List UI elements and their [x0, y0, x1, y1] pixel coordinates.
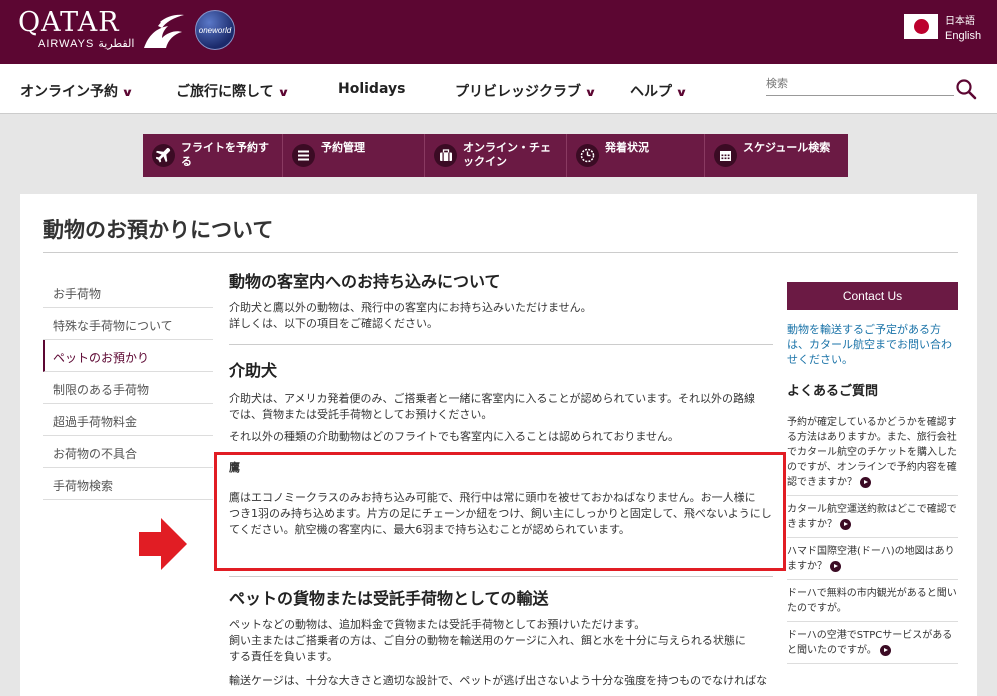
- nav-label: オンライン予約: [20, 84, 118, 100]
- logo-subtitle: AIRWAYS القطرية: [38, 38, 135, 50]
- tool-manage-booking[interactable]: 予約管理: [283, 134, 425, 177]
- paragraph: 介助犬と鷹以外の動物は、飛行中の客室内にお持ち込みいただけません。: [229, 301, 592, 314]
- section-heading-cargo: ペットの貨物または受託手荷物としての輸送: [229, 589, 549, 608]
- faq-text: カタール航空運送約款はどこで確認できますか？: [787, 504, 957, 530]
- main-article: 動物の客室内へのお持ち込みについて 介助犬と鷹以外の動物は、飛行中の客室内にお持…: [214, 268, 786, 689]
- faq-text: 予約が確定しているかどうかを確認する方法はありますか。また、旅行会社でカタール航…: [787, 417, 957, 488]
- airplane-icon: [152, 144, 175, 167]
- faq-text: ドーハの空港でSTPCサービスがあると聞いたのですが。: [787, 630, 953, 656]
- tool-label: フライトを予約する: [181, 141, 269, 168]
- chevron-down-icon: ∨: [584, 86, 597, 99]
- nav-help[interactable]: ヘルプ ∨: [630, 81, 688, 101]
- qatar-airways-logo[interactable]: QATAR AIRWAYS القطرية: [18, 7, 184, 50]
- language-english[interactable]: English: [945, 29, 981, 43]
- nav-travel-info[interactable]: ご旅行に際して ∨: [176, 81, 290, 101]
- faq-item[interactable]: ドーハの空港でSTPCサービスがあると聞いたのですが。: [787, 622, 958, 664]
- right-sidebar: Contact Us 動物を輸送するご予定がある方は、カタール航空までお問い合わ…: [787, 282, 958, 664]
- section-divider: [229, 344, 773, 345]
- nav-privilege-club[interactable]: プリビレッジクラブ ∨: [455, 81, 597, 101]
- arrow-right-icon[interactable]: [879, 644, 891, 656]
- paragraph: 介助犬は、アメリカ発着便のみ、ご搭乗者と一緒に客室内に入ることが認められています…: [229, 392, 756, 405]
- page-title: 動物のお預かりについて: [43, 218, 274, 242]
- contact-note-link[interactable]: 動物を輸送するご予定がある方は、カタール航空までお問い合わせください。: [787, 322, 958, 367]
- chevron-down-icon: ∨: [276, 86, 290, 99]
- side-item-pets[interactable]: ペットのお預かり: [43, 340, 213, 372]
- side-item-restricted[interactable]: 制限のある手荷物: [43, 372, 213, 404]
- side-item-excess-fees[interactable]: 超過手荷物料金: [43, 404, 213, 436]
- tool-label: 予約管理: [321, 141, 365, 154]
- side-item-damaged[interactable]: お荷物の不具合: [43, 436, 213, 468]
- arrow-right-icon[interactable]: [840, 518, 851, 530]
- faq-text: ハマド国際空港(ドーハ)の地図はありますか？: [787, 546, 955, 572]
- faq-item[interactable]: ハマド国際空港(ドーハ)の地図はありますか？: [787, 538, 958, 580]
- paragraph: 詳しくは、以下の項目をご確認ください。: [229, 317, 438, 330]
- oryx-icon: [144, 14, 184, 48]
- japan-flag-icon[interactable]: [904, 14, 938, 39]
- red-arrow-icon: [139, 518, 187, 570]
- faq-text: ドーハで無料の市内観光があると聞いたのですが。: [787, 588, 957, 614]
- quick-tools-bar: フライトを予約する 予約管理 オンライン・チェックイン 発着状況 スケジュール検…: [143, 134, 848, 177]
- logo-wordmark: QATAR: [18, 7, 120, 38]
- nav-online-booking[interactable]: オンライン予約 ∨: [20, 81, 134, 101]
- tool-label: スケジュール検索: [743, 141, 831, 154]
- list-icon: [292, 144, 315, 167]
- suitcase-icon: [434, 144, 457, 167]
- tool-schedule-search[interactable]: スケジュール検索: [705, 134, 848, 177]
- nav-label: プリビレッジクラブ: [455, 84, 581, 100]
- faq-item[interactable]: ドーハで無料の市内観光があると聞いたのですが。: [787, 580, 958, 622]
- paragraph: ペットなどの動物は、追加料金で貨物または受託手荷物としてお預けいただけます。: [229, 618, 646, 631]
- paragraph: では、貨物または受託手荷物としてお預けください。: [229, 408, 493, 421]
- nav-label: ヘルプ: [630, 84, 672, 100]
- tool-label: 発着状況: [605, 141, 649, 154]
- oneworld-logo[interactable]: oneworld: [195, 10, 235, 50]
- contact-us-button[interactable]: Contact Us: [787, 282, 958, 310]
- tool-flight-status[interactable]: 発着状況: [567, 134, 705, 177]
- faq-item[interactable]: 予約が確定しているかどうかを確認する方法はありますか。また、旅行会社でカタール航…: [787, 409, 958, 496]
- search-input[interactable]: [766, 72, 954, 96]
- faq-item[interactable]: カタール航空運送約款はどこで確認できますか？: [787, 496, 958, 538]
- paragraph: する責任を負います。: [229, 650, 338, 663]
- language-switcher[interactable]: 日本語 English: [945, 15, 981, 43]
- chevron-down-icon: ∨: [121, 86, 134, 99]
- paragraph: 飼い主またはご搭乗者の方は、ご自分の動物を輸送用のケージに入れ、餌と水を十分に与…: [229, 634, 746, 647]
- tool-label: オンライン・チェックイン: [463, 141, 551, 168]
- side-item-special-baggage[interactable]: 特殊な手荷物について: [43, 308, 213, 340]
- nav-holidays[interactable]: Holidays: [338, 81, 405, 97]
- paragraph: それ以外の種類の介助動物はどのフライトでも客室内に入ることは認められておりません…: [229, 430, 680, 443]
- arrow-right-icon[interactable]: [860, 476, 871, 488]
- faq-heading: よくあるご質問: [787, 384, 879, 399]
- arrow-right-icon[interactable]: [830, 560, 841, 572]
- title-divider: [43, 252, 958, 253]
- section-heading-cabin: 動物の客室内へのお持ち込みについて: [229, 272, 501, 291]
- language-current[interactable]: 日本語: [945, 15, 981, 29]
- chevron-down-icon: ∨: [675, 86, 688, 99]
- main-nav: オンライン予約 ∨ ご旅行に際して ∨ Holidays プリビレッジクラブ ∨ ヘル…: [0, 64, 997, 114]
- side-nav: お手荷物 特殊な手荷物について ペットのお預かり 制限のある手荷物 超過手荷物料…: [43, 276, 213, 500]
- nav-label: ご旅行に際して: [176, 84, 274, 100]
- highlight-box: [214, 452, 786, 571]
- clock-icon: [576, 144, 599, 167]
- section-divider: [229, 576, 773, 577]
- nav-label: Holidays: [338, 81, 406, 97]
- tool-online-checkin[interactable]: オンライン・チェックイン: [425, 134, 567, 177]
- search-icon[interactable]: [955, 78, 977, 100]
- paragraph: 輸送ケージは、十分な大きさと適切な設計で、ペットが逃げ出さないよう十分な強度を持…: [229, 674, 768, 687]
- content-panel: 動物のお預かりについて お手荷物 特殊な手荷物について ペットのお預かり 制限の…: [20, 194, 977, 696]
- side-item-baggage[interactable]: お手荷物: [43, 276, 213, 308]
- calendar-icon: [714, 144, 737, 167]
- top-bar: QATAR AIRWAYS القطرية oneworld 日本語 Engli…: [0, 0, 997, 64]
- side-item-baggage-tracking[interactable]: 手荷物検索: [43, 468, 213, 500]
- section-heading-service-dogs: 介助犬: [229, 361, 278, 380]
- tool-book-flight[interactable]: フライトを予約する: [143, 134, 283, 177]
- oneworld-text: oneworld: [198, 25, 232, 35]
